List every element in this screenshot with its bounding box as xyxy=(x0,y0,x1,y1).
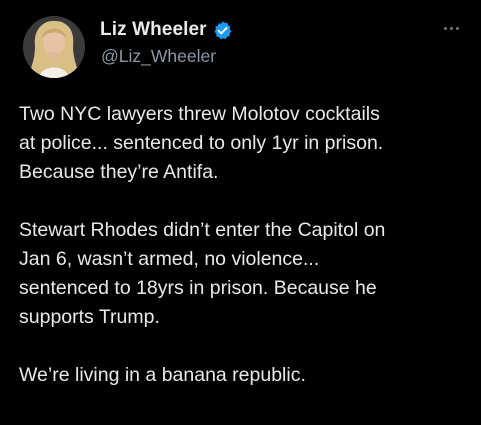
tweet-line: Stewart Rhodes didn’t enter the Capitol … xyxy=(19,219,386,241)
tweet-line: at police... sentenced to only 1yr in pr… xyxy=(19,132,384,154)
tweet-paragraph: We’re living in a banana republic. xyxy=(19,361,471,390)
author-avatar[interactable] xyxy=(23,16,85,78)
author-handle[interactable]: @Liz_Wheeler xyxy=(101,46,216,67)
author-display-name[interactable]: Liz Wheeler xyxy=(100,19,207,41)
author-name-row: Liz Wheeler xyxy=(100,18,233,42)
tweet-text: Two NYC lawyers threw Molotov cocktails … xyxy=(19,100,471,390)
tweet-paragraph: Two NYC lawyers threw Molotov cocktails … xyxy=(19,100,471,187)
avatar-photo-icon xyxy=(23,16,85,78)
tweet-line: We’re living in a banana republic. xyxy=(19,364,306,386)
tweet-paragraph: Stewart Rhodes didn’t enter the Capitol … xyxy=(19,216,471,332)
more-dot xyxy=(449,26,453,30)
verified-badge-icon xyxy=(212,20,233,41)
tweet-line: Jan 6, wasn’t armed, no violence... xyxy=(19,248,320,270)
tweet-line: supports Trump. xyxy=(19,306,160,328)
more-options-icon[interactable] xyxy=(437,18,465,38)
tweet-line: sentenced to 18yrs in prison. Because he xyxy=(19,277,377,299)
more-dot xyxy=(443,26,447,30)
tweet-line: Because they’re Antifa. xyxy=(19,161,219,183)
tweet-line: Two NYC lawyers threw Molotov cocktails xyxy=(19,103,380,125)
tweet-card: Liz Wheeler @Liz_Wheeler Two NYC lawyers… xyxy=(0,0,481,425)
more-dot xyxy=(455,26,459,30)
